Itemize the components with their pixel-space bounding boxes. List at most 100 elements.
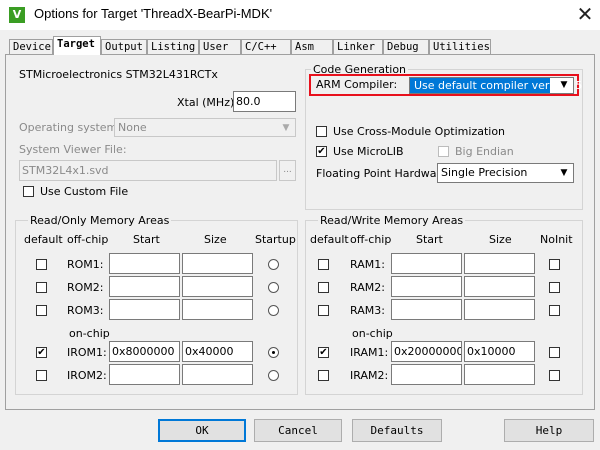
irom2-default-checkbox[interactable] bbox=[36, 370, 47, 381]
chevron-down-icon: ▼ bbox=[282, 123, 290, 133]
ram2-label: RAM2: bbox=[350, 281, 385, 294]
iram1-default-checkbox[interactable]: ✔ bbox=[318, 347, 329, 358]
fph-value: Single Precision bbox=[441, 166, 528, 179]
ro-memory-legend: Read/Only Memory Areas bbox=[28, 214, 172, 227]
rom3-size-input[interactable] bbox=[182, 299, 253, 320]
iram1-noinit-checkbox[interactable] bbox=[549, 347, 560, 358]
os-select[interactable]: None ▼ bbox=[114, 118, 296, 137]
rom3-start-input[interactable] bbox=[109, 299, 180, 320]
ro-header-default: default bbox=[24, 233, 63, 246]
irom1-start-input[interactable]: 0x8000000 bbox=[109, 341, 180, 362]
rom2-start-input[interactable] bbox=[109, 276, 180, 297]
ro-header-offchip: off-chip bbox=[67, 233, 109, 246]
irom1-default-checkbox[interactable]: ✔ bbox=[36, 347, 47, 358]
ro-header-startup: Startup bbox=[255, 233, 296, 246]
device-name: STMicroelectronics STM32L431RCTx bbox=[19, 68, 218, 81]
cross-module-checkbox[interactable] bbox=[316, 126, 327, 137]
tab-utilities[interactable]: Utilities bbox=[429, 39, 491, 54]
ram2-default-checkbox[interactable] bbox=[318, 282, 329, 293]
iram2-size-input[interactable] bbox=[464, 364, 535, 385]
chevron-down-icon: ▼ bbox=[560, 168, 568, 178]
chevron-down-icon: ▼ bbox=[560, 80, 568, 90]
rw-header-size: Size bbox=[489, 233, 512, 246]
ram2-start-input[interactable] bbox=[391, 276, 462, 297]
irom2-start-input[interactable] bbox=[109, 364, 180, 385]
ram3-start-input[interactable] bbox=[391, 299, 462, 320]
irom1-startup-radio[interactable] bbox=[268, 347, 279, 358]
ro-onchip-label: on-chip bbox=[69, 327, 110, 340]
tab-device[interactable]: Device bbox=[9, 39, 53, 54]
ram2-size-input[interactable] bbox=[464, 276, 535, 297]
rw-onchip-label: on-chip bbox=[352, 327, 393, 340]
rom3-label: ROM3: bbox=[67, 304, 104, 317]
tab-target[interactable]: Target bbox=[53, 36, 101, 55]
irom1-label: IROM1: bbox=[67, 346, 107, 359]
iram2-label: IRAM2: bbox=[350, 369, 389, 382]
microlib-label: Use MicroLIB bbox=[333, 145, 404, 158]
rom2-default-checkbox[interactable] bbox=[36, 282, 47, 293]
rw-header-offchip: off-chip bbox=[350, 233, 392, 246]
irom2-startup-radio[interactable] bbox=[268, 370, 279, 381]
rom2-startup-radio[interactable] bbox=[268, 282, 279, 293]
irom2-size-input[interactable] bbox=[182, 364, 253, 385]
arm-compiler-select[interactable]: Use default compiler version 5 ▼ bbox=[409, 77, 582, 94]
rw-header-start: Start bbox=[416, 233, 443, 246]
close-icon[interactable]: ✕ bbox=[572, 2, 598, 28]
rom3-default-checkbox[interactable] bbox=[36, 305, 47, 316]
fph-label: Floating Point Hardware: bbox=[316, 167, 452, 180]
ram3-noinit-checkbox[interactable] bbox=[549, 305, 560, 316]
fph-select[interactable]: Single Precision ▼ bbox=[437, 163, 574, 183]
rw-header-default: default bbox=[310, 233, 349, 246]
rom1-startup-radio[interactable] bbox=[268, 259, 279, 270]
tab-user[interactable]: User bbox=[199, 39, 241, 54]
ram3-label: RAM3: bbox=[350, 304, 385, 317]
rom2-label: ROM2: bbox=[67, 281, 104, 294]
rom3-startup-radio[interactable] bbox=[268, 305, 279, 316]
tab-debug[interactable]: Debug bbox=[383, 39, 429, 54]
tab-asm[interactable]: Asm bbox=[291, 39, 333, 54]
iram1-size-input[interactable]: 0x10000 bbox=[464, 341, 535, 362]
iram2-default-checkbox[interactable] bbox=[318, 370, 329, 381]
irom2-label: IROM2: bbox=[67, 369, 107, 382]
rw-memory-legend: Read/Write Memory Areas bbox=[318, 214, 466, 227]
tab-output[interactable]: Output bbox=[101, 39, 147, 54]
ram1-start-input[interactable] bbox=[391, 253, 462, 274]
tab-listing[interactable]: Listing bbox=[147, 39, 199, 54]
cancel-button[interactable]: Cancel bbox=[254, 419, 342, 442]
ram1-size-input[interactable] bbox=[464, 253, 535, 274]
custom-file-label: Use Custom File bbox=[40, 185, 129, 198]
ram3-default-checkbox[interactable] bbox=[318, 305, 329, 316]
irom1-size-input[interactable]: 0x40000 bbox=[182, 341, 253, 362]
svf-input[interactable]: STM32L4x1.svd bbox=[19, 160, 277, 181]
ram1-label: RAM1: bbox=[350, 258, 385, 271]
custom-file-checkbox[interactable] bbox=[23, 186, 34, 197]
rom2-size-input[interactable] bbox=[182, 276, 253, 297]
tab-c-cpp[interactable]: C/C++ bbox=[241, 39, 291, 54]
rom1-size-input[interactable] bbox=[182, 253, 253, 274]
arm-compiler-label: ARM Compiler: bbox=[316, 78, 398, 91]
defaults-button[interactable]: Defaults bbox=[352, 419, 442, 442]
xtal-label: Xtal (MHz): bbox=[177, 96, 238, 109]
browse-button[interactable]: ... bbox=[279, 160, 296, 181]
os-value: None bbox=[118, 121, 147, 134]
ram1-default-checkbox[interactable] bbox=[318, 259, 329, 270]
ram2-noinit-checkbox[interactable] bbox=[549, 282, 560, 293]
iram2-start-input[interactable] bbox=[391, 364, 462, 385]
ram3-size-input[interactable] bbox=[464, 299, 535, 320]
ro-header-size: Size bbox=[204, 233, 227, 246]
arm-compiler-value: Use default compiler version 5 bbox=[410, 78, 582, 93]
microlib-checkbox[interactable]: ✔ bbox=[316, 146, 327, 157]
tab-linker[interactable]: Linker bbox=[333, 39, 383, 54]
big-endian-checkbox[interactable] bbox=[438, 146, 449, 157]
rom1-start-input[interactable] bbox=[109, 253, 180, 274]
ok-button[interactable]: OK bbox=[158, 419, 246, 442]
iram1-start-input[interactable]: 0x20000000 bbox=[391, 341, 462, 362]
help-button[interactable]: Help bbox=[504, 419, 594, 442]
rom1-default-checkbox[interactable] bbox=[36, 259, 47, 270]
window-title: Options for Target 'ThreadX-BearPi-MDK' bbox=[34, 6, 273, 21]
iram2-noinit-checkbox[interactable] bbox=[549, 370, 560, 381]
rw-header-noinit: NoInit bbox=[540, 233, 573, 246]
xtal-input[interactable]: 80.0 bbox=[233, 91, 296, 112]
iram1-label: IRAM1: bbox=[350, 346, 389, 359]
ram1-noinit-checkbox[interactable] bbox=[549, 259, 560, 270]
